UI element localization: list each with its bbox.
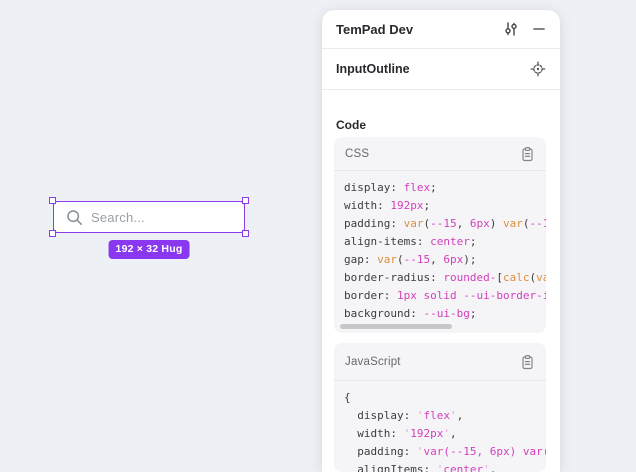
css-code-block: CSS display: flex;width: 192px;padding: … [334,137,546,333]
code-line: padding: var(--15, 6px) var(--15, 6px); [344,215,546,233]
code-line: alignItems: 'center', [344,461,546,472]
locate-target-icon[interactable] [530,61,546,77]
javascript-code: { display: 'flex', width: '192px', paddi… [334,381,546,472]
selection-handle[interactable] [242,197,249,204]
selection-handle[interactable] [49,230,56,237]
copy-clipboard-icon[interactable] [520,146,535,162]
css-code: display: flex;width: 192px;padding: var(… [334,171,546,323]
code-line: padding: 'var(--15, 6px) var(--15, 6px)'… [344,443,546,461]
minimize-icon[interactable] [532,22,546,36]
panel-header: TemPad Dev [322,10,560,49]
code-line: border: 1px solid --ui-border-input; [344,287,546,305]
code-language-label: CSS [345,148,520,160]
selection-size-badge: 192 × 32 Hug [109,240,190,259]
horizontal-scrollbar[interactable] [340,324,452,329]
component-row: InputOutline [322,49,560,90]
panel-title: TemPad Dev [336,22,490,37]
code-line: width: 192px; [344,197,546,215]
code-line: display: 'flex', [344,407,546,425]
css-block-header: CSS [334,137,546,171]
search-placeholder: Search... [91,210,145,225]
code-line: display: flex; [344,179,546,197]
code-line: gap: var(--15, 6px); [344,251,546,269]
javascript-block-header: JavaScript [334,343,546,381]
selected-component[interactable]: Search... 192 × 32 Hug [53,201,245,233]
javascript-code-block: JavaScript { display: 'flex', width: '19… [334,343,546,472]
code-language-label: JavaScript [345,356,520,368]
component-name: InputOutline [336,62,530,76]
code-line: { [344,389,546,407]
search-input-component[interactable]: Search... [53,201,245,233]
selection-handle[interactable] [242,230,249,237]
tempad-dev-panel: TemPad Dev InputOutline [322,10,560,472]
code-line: width: '192px', [344,425,546,443]
search-icon [66,209,83,226]
code-line: align-items: center; [344,233,546,251]
code-line: border-radius: rounded-[calc(var(--round… [344,269,546,287]
copy-clipboard-icon[interactable] [520,354,535,370]
code-line: background: --ui-bg; [344,305,546,323]
settings-sliders-icon[interactable] [503,21,519,37]
code-section-label: Code [336,118,366,132]
selection-handle[interactable] [49,197,56,204]
